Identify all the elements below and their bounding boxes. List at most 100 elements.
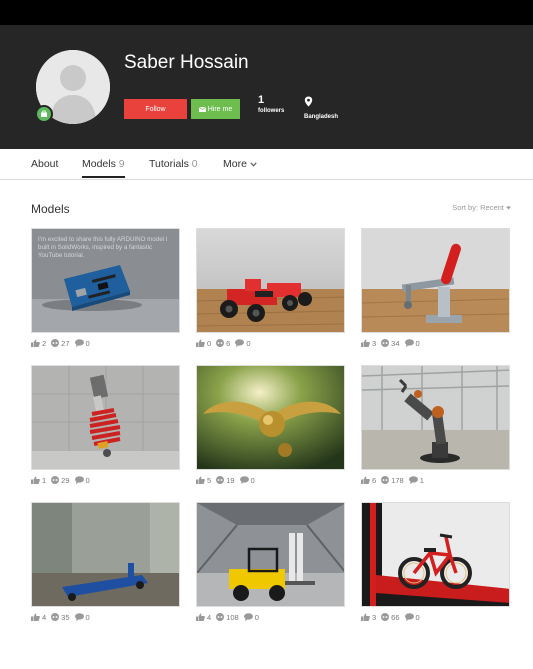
comment-icon (239, 476, 249, 484)
followers-count: 1 (258, 94, 265, 106)
likes-count: 6 (372, 475, 377, 485)
eye-icon (216, 476, 225, 484)
model-stats: 6 178 1 (361, 475, 510, 485)
tab-models-label: Models (82, 158, 116, 170)
model-thumbnail[interactable] (196, 365, 345, 470)
eye-icon (51, 476, 60, 484)
tab-tutorials-count: 0 (191, 158, 198, 170)
sort-label: Sort by: Recent (452, 203, 504, 212)
model-stats: 4 35 0 (31, 612, 180, 622)
model-card[interactable]: 3 34 0 (361, 228, 510, 348)
likes-count: 3 (372, 612, 377, 622)
likes-count: 4 (207, 612, 212, 622)
comment-icon (235, 339, 245, 347)
location-label: Bangladesh (304, 114, 339, 120)
tab-about-label: About (31, 158, 59, 170)
envelope-icon (198, 106, 206, 112)
followers-label: followers (258, 108, 285, 114)
likes-count: 5 (207, 475, 212, 485)
thumbs-up-icon (196, 613, 205, 621)
comments-count: 0 (415, 612, 420, 622)
model-thumbnail[interactable] (196, 502, 345, 607)
tab-more-label: More (223, 158, 247, 170)
views-count: 178 (391, 475, 404, 485)
section-title: Models (31, 202, 70, 216)
model-stats: 5 19 0 (196, 475, 345, 485)
model-card[interactable]: 4 108 0 (196, 502, 345, 622)
likes-count: 2 (42, 338, 47, 348)
model-card[interactable]: 6 178 1 (361, 365, 510, 485)
tab-models[interactable]: Models 9 (82, 158, 125, 178)
comment-icon (74, 476, 84, 484)
model-card[interactable]: 5 19 0 (196, 365, 345, 485)
tab-more[interactable]: More (223, 158, 257, 170)
model-thumbnail[interactable] (31, 365, 180, 470)
thumbs-up-icon (361, 613, 370, 621)
comment-icon (74, 339, 84, 347)
comments-count: 0 (254, 612, 259, 622)
model-stats: 0 6 0 (196, 338, 345, 348)
profile-name: Saber Hossain (124, 52, 249, 73)
eye-icon (381, 613, 390, 621)
model-thumbnail[interactable] (196, 228, 345, 333)
thumbs-up-icon (31, 339, 40, 347)
comments-count: 0 (246, 338, 251, 348)
comments-count: 1 (419, 475, 424, 485)
model-card[interactable]: 1 29 0 (31, 365, 180, 485)
comment-icon (74, 613, 84, 621)
follow-button[interactable]: Follow (124, 99, 187, 119)
likes-count: 0 (207, 338, 212, 348)
model-card[interactable]: 0 6 0 (196, 228, 345, 348)
model-stats: 3 66 0 (361, 612, 510, 622)
thumbs-up-icon (196, 476, 205, 484)
location-pin-icon (304, 96, 313, 107)
model-thumbnail[interactable]: I'm excited to share this fully ARDUINO … (31, 228, 180, 333)
followers-stat[interactable]: 1 followers (258, 94, 292, 114)
views-count: 34 (391, 338, 400, 348)
profile-header: Saber Hossain Follow Hire me 1 followers… (0, 25, 533, 149)
top-bar (0, 0, 533, 25)
views-count: 29 (61, 475, 70, 485)
model-card[interactable]: 3 66 0 (361, 502, 510, 622)
sort-dropdown[interactable]: Sort by: Recent (452, 203, 511, 212)
hire-me-label: Hire me (207, 105, 233, 113)
model-card[interactable]: 4 35 0 (31, 502, 180, 622)
model-thumbnail[interactable] (31, 502, 180, 607)
thumbs-up-icon (31, 476, 40, 484)
eye-icon (51, 339, 60, 347)
comment-icon (404, 613, 414, 621)
thumbs-up-icon (196, 339, 205, 347)
hire-me-button[interactable]: Hire me (191, 99, 240, 119)
pro-badge-icon (35, 105, 53, 123)
model-thumbnail[interactable] (361, 228, 510, 333)
likes-count: 1 (42, 475, 47, 485)
views-count: 35 (61, 612, 70, 622)
views-count: 66 (391, 612, 400, 622)
chevron-down-icon (506, 206, 511, 210)
likes-count: 3 (372, 338, 377, 348)
comments-count: 0 (85, 475, 90, 485)
thumbs-up-icon (31, 613, 40, 621)
tab-about[interactable]: About (31, 158, 58, 170)
model-thumbnail[interactable] (361, 502, 510, 607)
tab-tutorials[interactable]: Tutorials 0 (149, 158, 198, 170)
chevron-down-icon (250, 162, 257, 167)
thumbs-up-icon (361, 476, 370, 484)
comment-icon (408, 476, 418, 484)
thumbs-up-icon (361, 339, 370, 347)
location-stat: Bangladesh (304, 94, 354, 120)
comments-count: 0 (85, 612, 90, 622)
model-stats: 2 27 0 (31, 338, 180, 348)
comments-count: 0 (250, 475, 255, 485)
profile-tabs: About Models 9 Tutorials 0 More (0, 149, 533, 180)
model-card[interactable]: I'm excited to share this fully ARDUINO … (31, 228, 180, 348)
eye-icon (51, 613, 60, 621)
eye-icon (216, 613, 225, 621)
tab-models-count: 9 (118, 158, 125, 170)
model-thumbnail[interactable] (361, 365, 510, 470)
eye-icon (381, 476, 390, 484)
views-count: 6 (226, 338, 231, 348)
model-stats: 4 108 0 (196, 612, 345, 622)
comment-icon (243, 613, 253, 621)
comments-count: 0 (415, 338, 420, 348)
